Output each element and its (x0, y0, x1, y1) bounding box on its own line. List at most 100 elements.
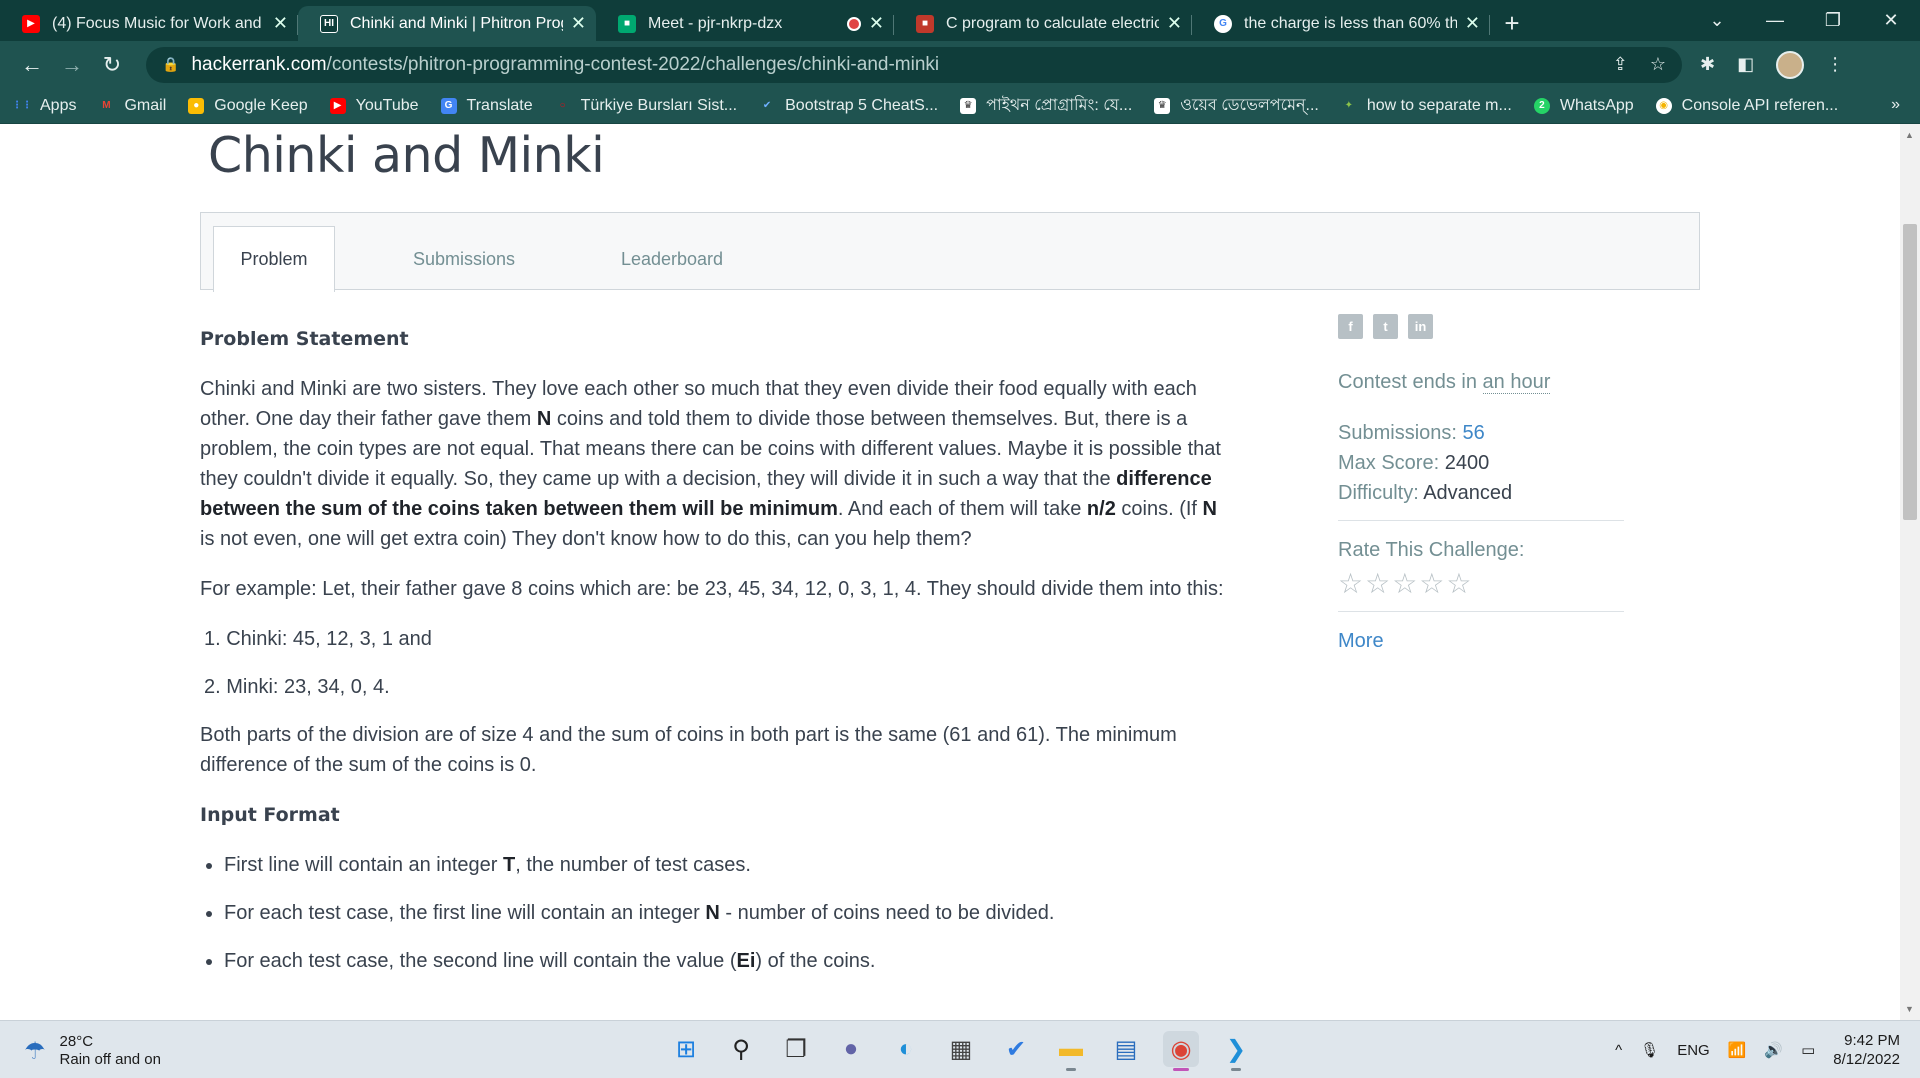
rating-stars[interactable]: ☆☆☆☆☆ (1338, 569, 1624, 599)
extensions-icon[interactable]: ✱ (1700, 54, 1715, 75)
sidepanel-icon[interactable]: ◧ (1737, 54, 1754, 75)
bookmark-translate[interactable]: G Translate (440, 97, 533, 115)
divider (1338, 520, 1624, 521)
bookmark-gmail[interactable]: M Gmail (98, 97, 166, 115)
whatsapp-icon: 2 (1533, 97, 1550, 114)
close-icon[interactable]: ✕ (869, 13, 884, 34)
notepad-icon[interactable]: ▤ (1108, 1031, 1144, 1067)
input-format-heading: Input Format (200, 804, 340, 826)
divider (1338, 611, 1624, 612)
tab-title: C program to calculate electricity (946, 14, 1159, 32)
example-list: 1. Chinki: 45, 12, 3, 1 and 2. Minki: 23… (204, 624, 1230, 702)
twitter-icon[interactable]: t (1373, 314, 1398, 339)
challenge-tabs: Problem Submissions Leaderboard (200, 212, 1700, 292)
share-icon[interactable]: ⇪ (1613, 54, 1628, 75)
new-tab-button[interactable]: + (1490, 6, 1534, 41)
bookmark-apps[interactable]: ⋮⋮ Apps (12, 97, 76, 115)
facebook-icon[interactable]: f (1338, 314, 1363, 339)
restore-icon[interactable]: ❐ (1804, 10, 1862, 31)
clock-time: 9:42 PM (1844, 1032, 1900, 1049)
meet-icon: ■ (618, 14, 636, 33)
keep-icon: ● (188, 97, 205, 114)
todo-icon[interactable]: ✔ (998, 1031, 1034, 1067)
menu-icon[interactable]: ⋮ (1826, 54, 1844, 75)
close-window-icon[interactable]: ✕ (1862, 10, 1920, 31)
bookmark-youtube[interactable]: ▶ YouTube (329, 97, 419, 115)
file-explorer-icon[interactable]: ▬ (1053, 1031, 1089, 1071)
profile-avatar[interactable] (1776, 50, 1805, 79)
window-controls: ⌄ — ❐ ✕ (1688, 0, 1920, 41)
teams-chat-icon[interactable]: ● (833, 1031, 869, 1067)
close-icon[interactable]: ✕ (273, 13, 288, 34)
browser-tab[interactable]: ■ Meet - pjr-nkrp-dzx ✕ (596, 6, 894, 41)
close-icon[interactable]: ✕ (1167, 13, 1182, 34)
list-item: 1. Chinki: 45, 12, 3, 1 and (204, 628, 432, 650)
google-icon: G (1214, 14, 1232, 33)
tab-problem[interactable]: Problem (213, 226, 335, 292)
tab-search-icon[interactable]: ⌄ (1688, 10, 1746, 31)
problem-content: Problem Statement Chinki and Minki are t… (200, 324, 1230, 994)
edge-icon[interactable]: ◐ (888, 1031, 924, 1067)
tab-submissions[interactable]: Submissions (393, 226, 535, 292)
store-icon[interactable]: ▦ (943, 1031, 979, 1067)
language-indicator[interactable]: ENG (1677, 1042, 1710, 1059)
bookmark-turkiye[interactable]: ○ Türkiye Bursları Sist... (555, 97, 738, 115)
taskbar-apps: ⊞ ⚲ ❐ ● ◐ ▦ ✔ ▬ ▤ ◉ ❯ (668, 1031, 1254, 1071)
bookmark-separate[interactable]: ✦ how to separate m... (1341, 97, 1512, 115)
bookmark-python[interactable]: ♛ পাইথন প্রোগ্রামিং: যে... (960, 92, 1132, 119)
windows-taskbar: ☂ 28°C Rain off and on ⊞ ⚲ ❐ ● ◐ ▦ ✔ ▬ ▤… (0, 1020, 1920, 1078)
microphone-icon[interactable]: 🎙 (1640, 1041, 1659, 1059)
weather-widget[interactable]: ☂ 28°C Rain off and on (24, 1033, 161, 1069)
close-icon[interactable]: ✕ (571, 13, 586, 34)
more-link[interactable]: More (1338, 626, 1624, 656)
task-view-icon[interactable]: ❐ (778, 1031, 814, 1067)
hackerrank-icon: HI (320, 14, 338, 33)
scroll-up-icon[interactable]: ▲ (1905, 130, 1914, 140)
system-tray: ^ 🎙 ENG 📶 🔊 ▭ 9:42 PM 8/12/2022 (1615, 1031, 1900, 1069)
browser-tab[interactable]: ▶ (4) Focus Music for Work and Stu ✕ (0, 6, 298, 41)
bookmark-bootstrap[interactable]: ✔ Bootstrap 5 CheatS... (759, 97, 938, 115)
volume-icon[interactable]: 🔊 (1764, 1041, 1783, 1059)
apps-grid-icon: ⋮⋮ (12, 100, 32, 111)
browser-tab[interactable]: G the charge is less than 60% then ✕ (1192, 6, 1490, 41)
list-item: For each test case, the second line will… (224, 946, 1230, 976)
page-scrollbar[interactable]: ▲ ▼ (1900, 124, 1920, 1020)
site-icon: ♛ (1154, 97, 1171, 114)
scrollbar-thumb[interactable] (1903, 224, 1917, 520)
address-bar[interactable]: 🔒 hackerrank.com/contests/phitron-progra… (146, 46, 1682, 83)
forward-icon[interactable]: → (52, 47, 92, 83)
rate-challenge-label: Rate This Challenge: (1338, 539, 1525, 561)
back-icon[interactable]: ← (12, 47, 52, 83)
chevron-up-icon[interactable]: ^ (1615, 1042, 1622, 1059)
clock[interactable]: 9:42 PM 8/12/2022 (1833, 1031, 1900, 1069)
url-path: /contests/phitron-programming-contest-20… (326, 53, 940, 75)
lock-icon[interactable]: 🔒 (162, 56, 179, 73)
bookmarks-bar: ⋮⋮ Apps M Gmail ● Google Keep ▶ YouTube G Tra… (0, 88, 1920, 124)
tab-leaderboard[interactable]: Leaderboard (601, 226, 743, 292)
browser-tab[interactable]: ■ C program to calculate electricity ✕ (894, 6, 1192, 41)
chrome-icon[interactable]: ◉ (1163, 1031, 1199, 1071)
bookmark-whatsapp[interactable]: 2 WhatsApp (1533, 97, 1634, 115)
bookmark-webdev[interactable]: ♛ ওয়েব ডেভেলপমেন্... (1154, 92, 1319, 119)
linkedin-icon[interactable]: in (1408, 314, 1433, 339)
windows-start-icon[interactable]: ⊞ (668, 1031, 704, 1067)
search-icon[interactable]: ⚲ (723, 1031, 759, 1067)
bookmark-console[interactable]: ◉ Console API referen... (1655, 97, 1838, 115)
wifi-icon[interactable]: 📶 (1728, 1041, 1747, 1059)
battery-icon[interactable]: ▭ (1801, 1041, 1815, 1059)
browser-tab-active[interactable]: HI Chinki and Minki | Phitron Progra ✕ (298, 6, 596, 41)
bookmarks-overflow-icon[interactable]: » (1891, 96, 1900, 114)
close-icon[interactable]: ✕ (1465, 13, 1480, 34)
recording-icon (846, 16, 861, 31)
reload-icon[interactable]: ↻ (92, 47, 132, 83)
submissions-count-link[interactable]: 56 (1463, 422, 1485, 444)
vscode-icon[interactable]: ❯ (1218, 1031, 1254, 1071)
max-score-stat: Max Score: 2400 (1338, 452, 1490, 474)
scroll-down-icon[interactable]: ▼ (1905, 1004, 1914, 1014)
url-domain: hackerrank.com (191, 53, 327, 75)
minimize-icon[interactable]: — (1746, 10, 1804, 31)
difficulty-stat: Difficulty: Advanced (1338, 482, 1513, 504)
site-icon: ♛ (960, 97, 977, 114)
bookmark-star-icon[interactable]: ☆ (1650, 54, 1666, 75)
bookmark-keep[interactable]: ● Google Keep (188, 97, 308, 115)
